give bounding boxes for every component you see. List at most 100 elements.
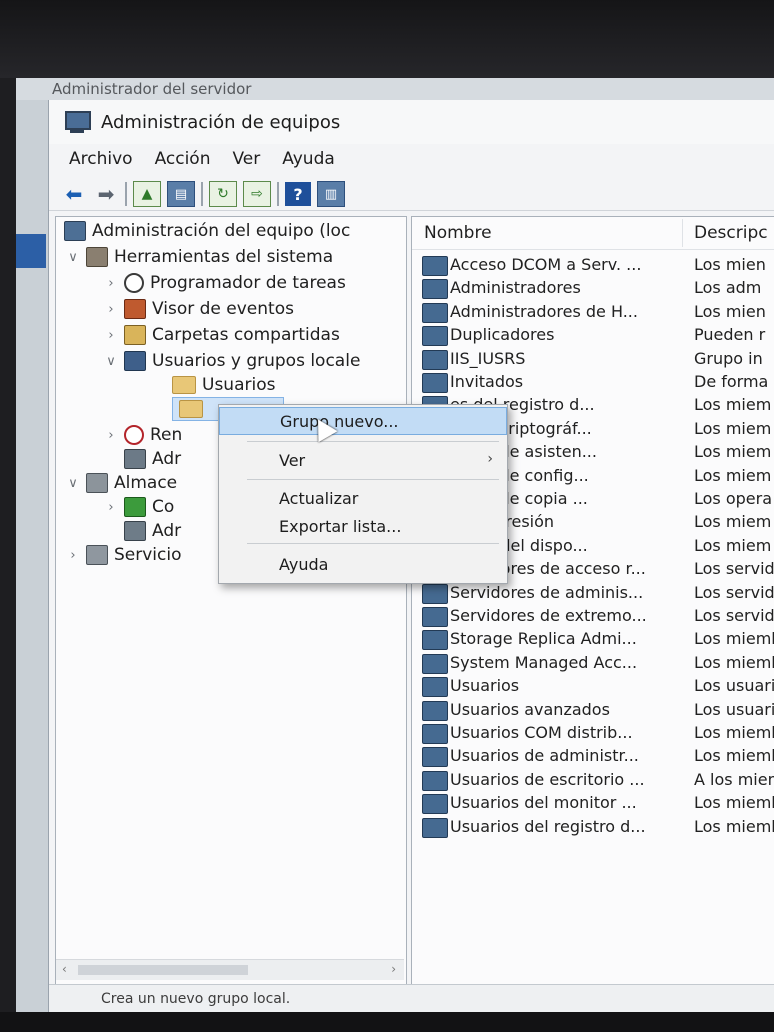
context-item-view[interactable]: Ver › [219, 447, 507, 475]
scrollbar-thumb[interactable] [78, 965, 248, 975]
refresh-icon[interactable]: ↻ [209, 181, 237, 207]
tree-item-performance[interactable]: › Ren [104, 423, 182, 447]
toolbar-separator [277, 182, 279, 206]
storage-icon [86, 473, 108, 493]
group-description: Los miemb [694, 746, 774, 766]
monitor-bezel-bottom [0, 1012, 774, 1032]
context-item-help[interactable]: Ayuda [219, 551, 507, 579]
table-row[interactable]: Usuarios de escritorio ... A los miem [412, 768, 774, 792]
chevron-right-icon[interactable]: › [66, 548, 80, 563]
group-icon [422, 747, 448, 768]
show-action-pane-icon[interactable]: ▥ [317, 181, 345, 207]
chevron-right-icon[interactable]: › [104, 428, 118, 443]
status-bar: Crea un nuevo grupo local. [49, 984, 774, 1012]
chevron-down-icon[interactable]: ∨ [66, 250, 80, 265]
group-description: Los usuario [694, 676, 774, 696]
table-row[interactable]: Duplicadores Pueden r [412, 323, 774, 347]
context-item-export-list[interactable]: Exportar lista... [219, 513, 507, 541]
group-icon [422, 653, 448, 674]
table-row[interactable]: Invitados De forma [412, 370, 774, 394]
group-icon [422, 607, 448, 627]
performance-icon [124, 425, 144, 445]
group-description: Los miemb [694, 793, 774, 813]
column-separator[interactable] [682, 219, 683, 247]
menu-ayuda[interactable]: Ayuda [282, 149, 335, 169]
group-name: Servidores de extremo... [450, 606, 647, 625]
monitor-bezel-left [0, 78, 16, 1032]
group-name: Duplicadores [450, 325, 555, 345]
group-name: Acceso DCOM a Serv. ... [450, 255, 642, 274]
shared-folder-icon [124, 325, 146, 345]
tree-item-local-users-groups[interactable]: ∨ Usuarios y grupos locale [104, 349, 360, 373]
group-description: Los miem [694, 395, 772, 415]
tree-item-backup[interactable]: › Co [104, 495, 174, 519]
context-item-new-group[interactable]: Grupo nuevo... [219, 407, 507, 435]
export-list-icon[interactable]: ⇨ [243, 181, 271, 207]
tree-item-label: Programador de tareas [150, 273, 346, 293]
table-row[interactable]: IIS_IUSRS Grupo in [412, 347, 774, 371]
table-row[interactable]: Usuarios de administr... Los miemb [412, 744, 774, 768]
context-item-refresh[interactable]: Actualizar [219, 485, 507, 513]
tree-item-storage[interactable]: ∨ Almace [66, 471, 177, 495]
table-row[interactable]: Usuarios Los usuario [412, 674, 774, 698]
show-hide-tree-icon[interactable]: ▤ [167, 181, 195, 207]
toolbar: ⬅ ➡ ▲ ▤ ↻ ⇨ ? ▥ [49, 178, 774, 211]
users-icon [124, 351, 146, 371]
group-icon [422, 279, 448, 300]
back-arrow-icon[interactable]: ⬅ [61, 182, 87, 206]
chevron-right-icon[interactable]: › [104, 276, 118, 291]
chevron-right-icon[interactable]: › [104, 500, 118, 515]
group-icon [422, 630, 448, 651]
tree-item-device-manager[interactable]: Adr [118, 447, 181, 471]
group-icon [422, 256, 448, 276]
clock-icon [124, 273, 144, 293]
table-row[interactable]: Usuarios COM distrib... Los miemb [412, 721, 774, 745]
window-title: Administración de equipos [101, 111, 341, 133]
services-icon [86, 545, 108, 565]
tree-item-task-scheduler[interactable]: › Programador de tareas [104, 271, 346, 295]
chevron-down-icon[interactable]: ∨ [104, 354, 118, 369]
chevron-right-icon[interactable]: › [104, 302, 118, 317]
table-row[interactable]: Servidores de extremo... Los servid [412, 604, 774, 628]
column-header-name[interactable]: Nombre [424, 223, 492, 243]
tree-item-services[interactable]: › Servicio [66, 543, 182, 567]
group-description: Los opera [694, 489, 773, 508]
table-row[interactable]: Usuarios del registro d... Los miemb [412, 815, 774, 839]
table-row[interactable]: Acceso DCOM a Serv. ... Los mien [412, 253, 774, 277]
table-row[interactable]: Administradores de H... Los mien [412, 300, 774, 324]
group-description: Grupo in [694, 348, 763, 368]
tools-icon [86, 247, 108, 267]
menu-accion[interactable]: Acción [155, 149, 211, 169]
table-row[interactable]: Servidores de adminis... Los servid [412, 581, 774, 605]
table-row[interactable]: Usuarios avanzados Los usuario [412, 698, 774, 722]
group-name: Usuarios de escritorio ... [450, 769, 645, 789]
scroll-right-icon[interactable]: › [391, 962, 396, 976]
group-icon [422, 677, 448, 698]
table-row[interactable]: Administradores Los adm [412, 276, 774, 300]
table-row[interactable]: Usuarios del monitor ... Los miemb [412, 791, 774, 815]
tree-item-users[interactable]: Usuarios [166, 373, 275, 397]
tree-item-root[interactable]: Administración del equipo (loc [58, 219, 350, 243]
title-bar[interactable]: Administración de equipos [49, 100, 774, 144]
chevron-right-icon[interactable]: › [104, 328, 118, 343]
tree-item-event-viewer[interactable]: › Visor de eventos [104, 297, 294, 321]
menu-ver[interactable]: Ver [233, 149, 261, 169]
menu-separator [247, 479, 499, 480]
table-row[interactable]: Storage Replica Admi... Los miemb [412, 627, 774, 651]
server-manager-titlebar: Administrador del servidor [16, 78, 774, 100]
menu-archivo[interactable]: Archivo [69, 149, 133, 169]
menu-separator [247, 441, 499, 442]
tree-horizontal-scrollbar[interactable]: ‹ › [56, 959, 404, 980]
tree-item-system-tools[interactable]: ∨ Herramientas del sistema [66, 245, 333, 269]
help-icon[interactable]: ? [285, 182, 311, 206]
chevron-down-icon[interactable]: ∨ [66, 476, 80, 491]
column-header-description[interactable]: Descripc [694, 223, 768, 243]
up-folder-icon[interactable]: ▲ [133, 181, 161, 207]
tree-item-disk-management[interactable]: Adr [118, 519, 181, 543]
tree-item-shared-folders[interactable]: › Carpetas compartidas [104, 323, 340, 347]
toolbar-separator [201, 182, 203, 206]
group-description: Los usuario [694, 699, 774, 719]
scroll-left-icon[interactable]: ‹ [62, 962, 67, 976]
table-row[interactable]: System Managed Acc... Los miemb [412, 651, 774, 675]
forward-arrow-icon[interactable]: ➡ [93, 182, 119, 206]
